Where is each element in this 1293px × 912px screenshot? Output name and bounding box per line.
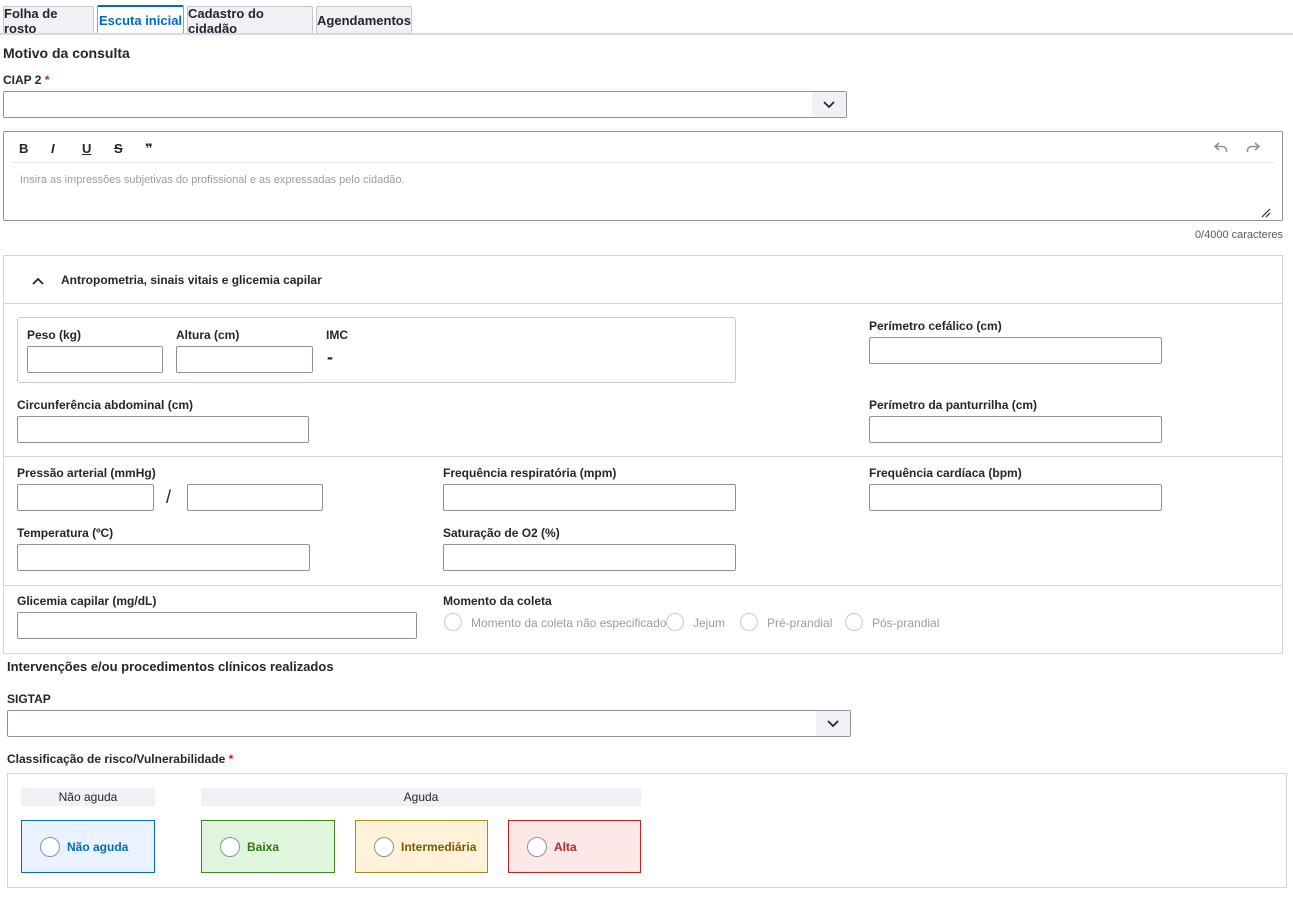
risco-radio[interactable] — [527, 836, 547, 857]
peso-input[interactable] — [27, 346, 163, 373]
undo-icon[interactable] — [1213, 140, 1228, 159]
risco-label: Classificação de risco/Vulnerabilidade * — [7, 752, 234, 766]
redo-icon[interactable] — [1246, 140, 1261, 159]
risco-intermediaria-option[interactable]: Intermediária — [355, 820, 488, 873]
italic-button[interactable]: I — [51, 141, 55, 156]
strikethrough-button[interactable]: S — [114, 141, 123, 156]
sigtap-label: SIGTAP — [7, 692, 51, 706]
divider — [4, 456, 1282, 457]
momento-option-label: Momento da coleta não especificado — [471, 616, 667, 630]
chevron-down-icon[interactable] — [816, 711, 850, 736]
editor-toolbar-divider — [12, 162, 1274, 163]
freq-card-input[interactable] — [869, 484, 1162, 511]
chevron-up-icon[interactable] — [31, 273, 45, 291]
risco-option-label: Baixa — [247, 839, 280, 854]
saturacao-label: Saturação de O2 (%) — [443, 526, 560, 540]
ciap-select[interactable] — [3, 91, 847, 118]
risco-option-label: Intermediária — [401, 839, 477, 854]
editor-placeholder: Insira as impressões subjetivas do profi… — [20, 174, 405, 186]
tab-folha-de-rosto[interactable]: Folha de rosto — [3, 5, 94, 36]
momento-jejum-radio[interactable] — [666, 613, 684, 631]
risco-radio[interactable] — [40, 836, 60, 857]
tab-cadastro-do-cidadao[interactable]: Cadastro do cidadão — [187, 5, 313, 36]
altura-label: Altura (cm) — [176, 328, 240, 342]
risco-option-label: Alta — [554, 839, 577, 854]
group-nao-aguda: Não aguda — [21, 788, 155, 806]
antropometria-panel — [3, 255, 1283, 654]
section-title-motivo: Motivo da consulta — [3, 45, 130, 61]
pressao-label: Pressão arterial (mmHg) — [17, 466, 156, 480]
altura-input[interactable] — [176, 346, 313, 373]
momento-pre-prandial-radio[interactable] — [740, 613, 758, 631]
required-mark: * — [228, 752, 234, 766]
momento-nao-especificado-radio[interactable] — [444, 613, 462, 631]
resize-handle-icon[interactable] — [1261, 205, 1271, 223]
risco-radio[interactable] — [374, 836, 394, 857]
imc-label: IMC — [326, 328, 348, 342]
group-aguda: Aguda — [201, 788, 641, 806]
perimetro-panturrilha-input[interactable] — [869, 416, 1162, 443]
momento-option-label: Jejum — [693, 616, 726, 630]
risco-radio[interactable] — [220, 836, 240, 857]
risco-alta-option[interactable]: Alta — [508, 820, 641, 873]
risco-nao-aguda-option[interactable]: Não aguda — [21, 820, 155, 873]
perimetro-cefalico-label: Perímetro cefálico (cm) — [869, 319, 1002, 333]
momento-label: Momento da coleta — [443, 594, 552, 608]
chevron-down-icon[interactable] — [812, 92, 846, 117]
character-counter: 0/4000 caracteres — [1194, 229, 1283, 241]
momento-option-label: Pós-prandial — [872, 616, 940, 630]
freq-card-label: Frequência cardíaca (bpm) — [869, 466, 1022, 480]
freq-resp-input[interactable] — [443, 484, 736, 511]
tab-label: Folha de rosto — [4, 5, 58, 36]
quote-button[interactable]: ❞ — [145, 141, 153, 157]
momento-pos-prandial-radio[interactable] — [845, 613, 863, 631]
required-mark: * — [44, 73, 50, 87]
ciap-label: CIAP 2 * — [3, 73, 50, 87]
divider — [4, 303, 1282, 304]
momento-option-label: Pré-prandial — [767, 616, 833, 630]
glicemia-input[interactable] — [17, 612, 417, 639]
perimetro-cefalico-input[interactable] — [869, 337, 1162, 364]
temperatura-input[interactable] — [17, 544, 310, 571]
peso-label: Peso (kg) — [27, 328, 82, 342]
risco-baixa-option[interactable]: Baixa — [201, 820, 335, 873]
section-title-intervencoes: Intervenções e/ou procedimentos clínicos… — [7, 659, 334, 674]
pressao-sistolica-input[interactable] — [17, 484, 154, 511]
risco-panel — [7, 773, 1287, 888]
perimetro-panturrilha-label: Perímetro da panturrilha (cm) — [869, 398, 1038, 412]
divider — [4, 585, 1282, 586]
circunferencia-label: Circunferência abdominal (cm) — [17, 398, 194, 412]
freq-resp-label: Frequência respiratória (mpm) — [443, 466, 617, 480]
tab-label: Cadastro do cidadão — [188, 5, 264, 36]
tab-escuta-inicial[interactable]: Escuta inicial — [97, 5, 184, 34]
glicemia-label: Glicemia capilar (mg/dL) — [17, 594, 157, 608]
underline-button[interactable]: U — [82, 141, 91, 156]
tab-bar-underline — [0, 33, 1293, 35]
tab-label: Escuta inicial — [98, 13, 183, 28]
pressao-diastolica-input[interactable] — [187, 484, 323, 511]
saturacao-input[interactable] — [443, 544, 736, 571]
pressao-separator: / — [166, 487, 172, 507]
circunferencia-input[interactable] — [17, 416, 309, 443]
sigtap-select[interactable] — [7, 710, 851, 737]
antropometria-title[interactable]: Antropometria, sinais vitais e glicemia … — [61, 273, 322, 287]
temperatura-label: Temperatura (ºC) — [17, 526, 114, 540]
bold-button[interactable]: B — [19, 141, 28, 156]
imc-value: - — [327, 347, 333, 367]
tab-label: Agendamentos — [317, 13, 411, 28]
risco-option-label: Não aguda — [67, 839, 129, 854]
tab-agendamentos[interactable]: Agendamentos — [316, 6, 412, 34]
